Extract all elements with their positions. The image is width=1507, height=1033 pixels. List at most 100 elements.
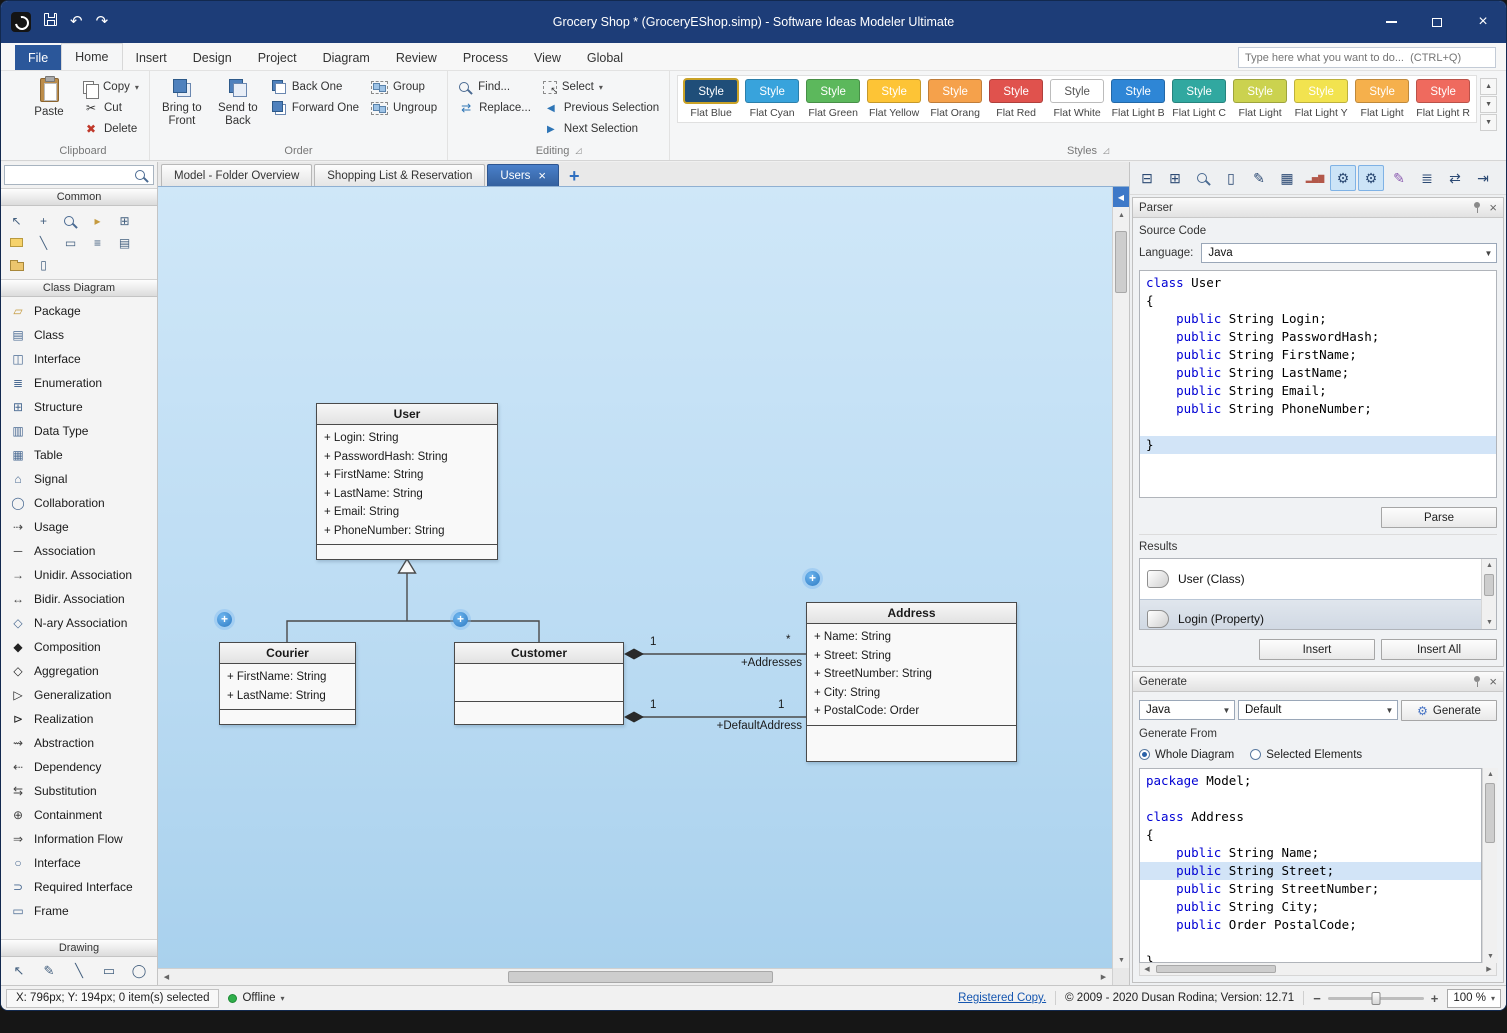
parser-icon[interactable]: ⚙	[1330, 165, 1356, 191]
scroll-right-icon[interactable]: ▶	[1482, 963, 1496, 974]
tool-item-package[interactable]: ▱Package	[1, 299, 157, 323]
generate-language-select[interactable]: Java ▼	[1139, 700, 1235, 720]
gallery-more-icon[interactable]: ▼	[1480, 114, 1497, 131]
scroll-up-icon[interactable]: ▲	[1482, 559, 1497, 572]
panel-close-icon[interactable]: ×	[1489, 201, 1497, 214]
style-button[interactable]: Style	[1111, 79, 1165, 103]
pointer-icon[interactable]: ↖	[7, 211, 26, 230]
chart-icon[interactable]: ▂▅▇	[1302, 165, 1328, 191]
copy-button[interactable]: Copy▾	[80, 77, 142, 97]
style-flat-light-c[interactable]: StyleFlat Light C	[1169, 79, 1229, 121]
rows-icon[interactable]: ▤	[115, 233, 134, 252]
folder-icon[interactable]	[7, 255, 26, 274]
grid-icon[interactable]: ⊞	[115, 211, 134, 230]
generate-button[interactable]: ⚙ Generate	[1401, 700, 1497, 721]
tool-item-substitution[interactable]: ⇆Substitution	[1, 779, 157, 803]
note-icon[interactable]: ▯	[34, 255, 53, 274]
style-flat-light[interactable]: StyleFlat Light	[1230, 79, 1290, 121]
scrollbar-thumb[interactable]	[1156, 965, 1276, 973]
tool-item-enumeration[interactable]: ≣Enumeration	[1, 371, 157, 395]
tool-item-information-flow[interactable]: ⇒Information Flow	[1, 827, 157, 851]
result-item[interactable]: User (Class)	[1140, 559, 1481, 599]
menu-tab-design[interactable]: Design	[180, 45, 245, 70]
tool-item-usage[interactable]: ⇢Usage	[1, 515, 157, 539]
menu-tab-insert[interactable]: Insert	[123, 45, 180, 70]
scrollbar-thumb[interactable]	[508, 971, 773, 983]
style-button[interactable]: Style	[989, 79, 1043, 103]
toolbox-search-input[interactable]	[9, 169, 130, 181]
scrollbar-thumb[interactable]	[1115, 231, 1127, 293]
class-user[interactable]: User + Login: String+ PasswordHash: Stri…	[316, 403, 498, 560]
toolbox-search-box[interactable]	[4, 165, 154, 185]
diagram-list-icon[interactable]: ⊞	[1162, 165, 1188, 191]
tool-item-data-type[interactable]: ▥Data Type	[1, 419, 157, 443]
tool-item-class[interactable]: ▤Class	[1, 323, 157, 347]
tool-item-n-ary-association[interactable]: ◇N-ary Association	[1, 611, 157, 635]
scroll-down-icon[interactable]: ▼	[1482, 616, 1497, 629]
paste-button[interactable]: Paste	[24, 75, 74, 119]
style-flat-blue[interactable]: StyleFlat Blue	[681, 79, 741, 121]
find-button[interactable]: Find...	[455, 77, 534, 97]
pen-icon[interactable]: ✎	[40, 962, 58, 980]
tool-item-collaboration[interactable]: ◯Collaboration	[1, 491, 157, 515]
new-tab-button[interactable]: +	[561, 166, 588, 186]
document-tab-model-folder-overview[interactable]: Model - Folder Overview	[161, 164, 312, 186]
parse-button[interactable]: Parse	[1381, 507, 1497, 528]
results-scrollbar[interactable]: ▲ ▼	[1481, 559, 1496, 629]
pin-icon[interactable]	[1473, 202, 1481, 214]
class-customer[interactable]: Customer	[454, 642, 624, 725]
menu-tab-review[interactable]: Review	[383, 45, 450, 70]
style-flat-light-y[interactable]: StyleFlat Light Y	[1291, 79, 1351, 121]
class-address[interactable]: Address + Name: String+ Street: String+ …	[806, 602, 1017, 762]
style-button[interactable]: Style	[1233, 79, 1287, 103]
radio-selected-elements[interactable]: Selected Elements	[1250, 749, 1362, 761]
back-one-button[interactable]: Back One	[269, 77, 362, 97]
zoom-thumb[interactable]	[1371, 992, 1380, 1005]
send-to-back-button[interactable]: Send to Back	[213, 75, 263, 128]
dialog-launcher-icon[interactable]: ◿	[575, 142, 581, 160]
generated-code-hscrollbar[interactable]: ◀ ▶	[1139, 963, 1497, 976]
delete-button[interactable]: ✖Delete	[80, 119, 142, 139]
transform-icon[interactable]: ⇄	[1442, 165, 1468, 191]
tool-item-aggregation[interactable]: ◇Aggregation	[1, 659, 157, 683]
registered-copy-link[interactable]: Registered Copy.	[958, 992, 1046, 1004]
gallery-up-icon[interactable]: ▲	[1480, 78, 1497, 95]
pin-icon[interactable]	[1473, 676, 1481, 688]
export-icon[interactable]: ⇥	[1470, 165, 1496, 191]
zoom-level-box[interactable]: 100 % ▾	[1447, 989, 1501, 1008]
model-tree-icon[interactable]: ⊟	[1134, 165, 1160, 191]
style-button[interactable]: Style	[1050, 79, 1104, 103]
add-element-badge[interactable]: +	[217, 612, 232, 627]
bring-to-front-button[interactable]: Bring to Front	[157, 75, 207, 128]
zoom-in-icon[interactable]: +	[1431, 992, 1439, 1005]
style-flat-light-b[interactable]: StyleFlat Light B	[1108, 79, 1168, 121]
flag-icon[interactable]: ▸	[88, 211, 107, 230]
scrollbar-thumb[interactable]	[1485, 783, 1495, 843]
result-item[interactable]: Login (Property)	[1140, 599, 1481, 630]
style-flat-cyan[interactable]: StyleFlat Cyan	[742, 79, 802, 121]
tool-item-containment[interactable]: ⊕Containment	[1, 803, 157, 827]
connection-status[interactable]: Offline ▾	[228, 992, 284, 1004]
tool-item-table[interactable]: ▦Table	[1, 443, 157, 467]
tool-item-dependency[interactable]: ⇠Dependency	[1, 755, 157, 779]
text-box-icon[interactable]: ▭	[61, 233, 80, 252]
tool-item-generalization[interactable]: ▷Generalization	[1, 683, 157, 707]
tool-item-signal[interactable]: ⌂Signal	[1, 467, 157, 491]
find-tool-icon[interactable]	[1190, 165, 1216, 191]
line-icon[interactable]: ╲	[34, 233, 53, 252]
collapse-panel-button[interactable]: ◀	[1113, 187, 1129, 207]
style-button[interactable]: Style	[745, 79, 799, 103]
undo-icon[interactable]: ↶	[70, 12, 83, 32]
command-search-input[interactable]	[1245, 52, 1489, 64]
style-flat-green[interactable]: StyleFlat Green	[803, 79, 863, 121]
style-flat-yellow[interactable]: StyleFlat Yellow	[864, 79, 924, 121]
maximize-button[interactable]	[1414, 1, 1460, 43]
insert-all-button[interactable]: Insert All	[1381, 639, 1497, 660]
group-button[interactable]: Group	[368, 77, 440, 97]
panel-close-icon[interactable]: ×	[1489, 675, 1497, 688]
menu-tab-project[interactable]: Project	[245, 45, 310, 70]
style-button[interactable]: Style	[1172, 79, 1226, 103]
scroll-down-icon[interactable]: ▼	[1113, 952, 1130, 968]
diagram-canvas[interactable]: User + Login: String+ PasswordHash: Stri…	[158, 187, 1112, 968]
scroll-left-icon[interactable]: ◀	[1140, 963, 1154, 974]
